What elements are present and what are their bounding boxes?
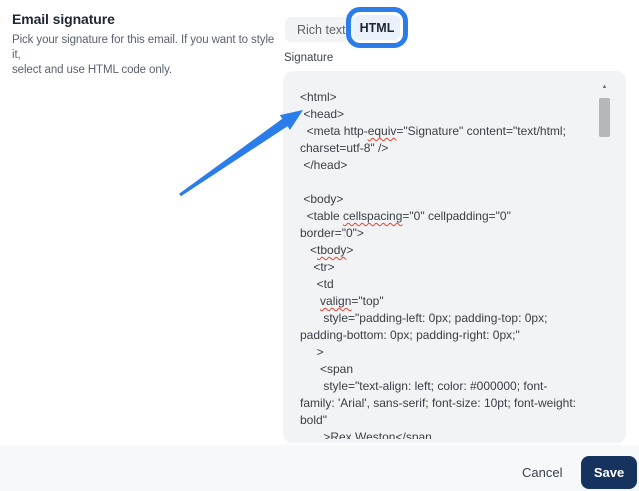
signature-field-label: Signature <box>284 52 333 64</box>
code-line: padding-bottom: 0px; padding-right: 0px;… <box>300 327 621 344</box>
email-signature-settings-panel: Email signature Pick your signature for … <box>0 0 639 491</box>
scroll-up-icon[interactable]: ▲ <box>599 83 610 91</box>
signature-textarea-container: <html> <head> <meta http-equiv="Signatur… <box>283 71 626 443</box>
code-line: <span <box>300 361 621 378</box>
code-line: <table cellspacing="0" cellpadding="0" <box>300 208 621 225</box>
misspelled-word: equiv <box>368 124 397 138</box>
code-line: <body> <box>300 191 621 208</box>
code-line: style="text-align: left; color: #000000;… <box>300 378 621 395</box>
page-description: Pick your signature for this email. If y… <box>12 33 280 78</box>
code-line: > <box>300 344 621 361</box>
code-line: <meta http-equiv="Signature" content="te… <box>300 123 621 140</box>
page-title: Email signature <box>12 11 280 27</box>
code-line: style="padding-left: 0px; padding-top: 0… <box>300 310 621 327</box>
code-line: family: 'Arial', sans-serif; font-size: … <box>300 395 621 412</box>
signature-textarea[interactable]: <html> <head> <meta http-equiv="Signatur… <box>300 89 621 439</box>
code-line <box>300 174 621 191</box>
code-line: <td <box>300 276 621 293</box>
misspelled-word: cellspacing <box>343 209 402 223</box>
code-line: border="0"> <box>300 225 621 242</box>
scrollbar-thumb[interactable] <box>599 98 610 137</box>
save-button[interactable]: Save <box>581 456 637 489</box>
cancel-button[interactable]: Cancel <box>516 463 568 482</box>
code-line: charset=utf-8" /> <box>300 140 621 157</box>
code-line: <html> <box>300 89 621 106</box>
code-line: </head> <box>300 157 621 174</box>
code-line: >Rex Weston</span <box>300 429 621 439</box>
html-highlight-annotation: HTML <box>346 7 408 48</box>
misspelled-word: valign <box>320 294 351 308</box>
left-panel: Email signature Pick your signature for … <box>12 11 280 78</box>
code-line: valign="top" <box>300 293 621 310</box>
code-line: <head> <box>300 106 621 123</box>
code-line: <tbody> <box>300 242 621 259</box>
code-line: bold" <box>300 412 621 429</box>
code-line: <tr> <box>300 259 621 276</box>
tab-html[interactable]: HTML <box>354 15 400 40</box>
misspelled-word: tbody <box>317 243 346 257</box>
